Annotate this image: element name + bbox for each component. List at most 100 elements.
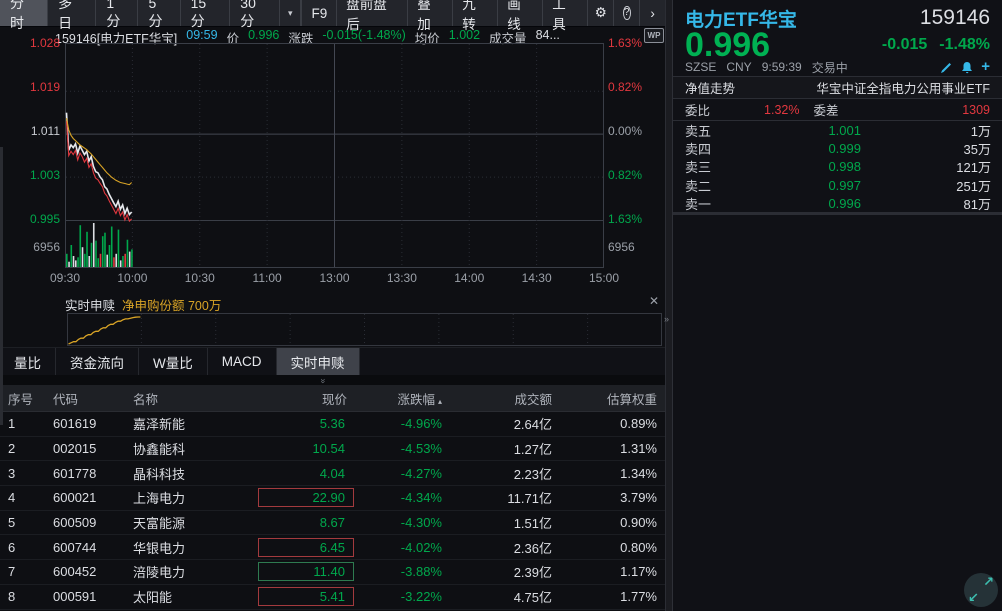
- splitter-handle-icon[interactable]: »: [319, 378, 329, 381]
- more-icon[interactable]: ›: [639, 0, 665, 26]
- column-header-名称[interactable]: 名称: [125, 389, 250, 408]
- vertical-divider[interactable]: [665, 0, 672, 611]
- y-axis-price-label: 0.995: [0, 212, 60, 226]
- cell-code: 601778: [45, 466, 125, 481]
- cell-code: 600744: [45, 540, 125, 555]
- tab-资金流向[interactable]: 资金流向: [56, 348, 139, 375]
- price-flash-box: 8.67: [258, 513, 354, 532]
- toolbar-item-画线[interactable]: 画线: [497, 0, 542, 26]
- period-tab-分时[interactable]: 分时: [0, 0, 48, 26]
- column-header-涨跌幅[interactable]: 涨跌幅▴: [355, 389, 450, 408]
- price-flash-box: 4.04: [258, 464, 354, 483]
- cell-turnover: 2.64亿: [450, 414, 560, 433]
- redemption-chart[interactable]: [67, 313, 662, 346]
- subpanel-subtitle: 净申购份额 700万: [122, 295, 221, 314]
- toolbar-item-F9[interactable]: F9: [301, 0, 336, 26]
- toolbar-item-工具[interactable]: 工具: [542, 0, 587, 26]
- help-icon[interactable]: ?: [613, 0, 639, 26]
- expand-icon[interactable]: ↗ ↙: [964, 573, 998, 607]
- close-icon[interactable]: ✕: [646, 293, 662, 309]
- order-volume: 81万: [861, 194, 991, 213]
- cell-price: 22.90: [250, 488, 355, 507]
- tab-MACD[interactable]: MACD: [208, 348, 277, 375]
- cell-code: 600452: [45, 564, 125, 579]
- last-price: 0.996: [685, 30, 770, 60]
- order-level-label: 卖五: [685, 121, 735, 140]
- gear-icon[interactable]: ⚙: [587, 0, 613, 26]
- chart-header-item: 0.996: [248, 28, 279, 43]
- order-book-row[interactable]: 卖三0.998121万: [673, 157, 1002, 175]
- order-volume: 251万: [861, 176, 991, 195]
- table-row[interactable]: 8000591太阳能5.41-3.22%4.75亿1.77%: [0, 585, 665, 610]
- tab-实时申赎[interactable]: 实时申赎: [277, 348, 360, 375]
- add-icon[interactable]: +: [981, 61, 990, 73]
- panel-collapse-icon[interactable]: »: [664, 314, 669, 324]
- cell-weight: 0.80%: [560, 540, 665, 555]
- cell-index: 4: [0, 490, 45, 505]
- period-tab-30分[interactable]: 30分: [230, 0, 280, 26]
- chart-header-item: 涨跌: [288, 28, 313, 43]
- table-row[interactable]: 1601619嘉泽新能5.36-4.96%2.64亿0.89%: [0, 412, 665, 437]
- tab-W量比[interactable]: W量比: [139, 348, 208, 375]
- cell-name: 天富能源: [125, 513, 250, 532]
- y-axis-pct-label: 1.63%: [608, 212, 668, 226]
- period-tab-1分[interactable]: 1分: [96, 0, 138, 26]
- cell-change-pct: -3.22%: [355, 589, 450, 604]
- currency-label: CNY: [726, 60, 751, 74]
- period-dropdown[interactable]: ▾: [280, 0, 302, 26]
- order-book: 卖五1.0011万卖四0.99935万卖三0.998121万卖二0.997251…: [673, 121, 1002, 213]
- indicator-tabbar: 量比资金流向W量比MACD实时申赎: [0, 347, 665, 375]
- cell-change-pct: -4.53%: [355, 441, 450, 456]
- toolbar-item-盘前盘后[interactable]: 盘前盘后: [336, 0, 407, 26]
- cell-index: 2: [0, 441, 45, 456]
- tab-量比[interactable]: 量比: [0, 348, 56, 375]
- cell-name: 涪陵电力: [125, 562, 250, 581]
- left-panel-notch[interactable]: [0, 147, 3, 425]
- period-tab-多日[interactable]: 多日: [48, 0, 96, 26]
- cell-index: 5: [0, 515, 45, 530]
- column-header-label: 名称: [133, 393, 158, 407]
- order-book-row[interactable]: 卖五1.0011万: [673, 121, 1002, 139]
- table-row[interactable]: 5600509天富能源8.67-4.30%1.51亿0.90%: [0, 511, 665, 536]
- column-header-序号[interactable]: 序号: [0, 389, 45, 408]
- table-row[interactable]: 6600744华银电力6.45-4.02%2.36亿0.80%: [0, 535, 665, 560]
- table-row[interactable]: 7600452涪陵电力11.40-3.88%2.39亿1.17%: [0, 560, 665, 585]
- chevron-down-icon: ▾: [288, 8, 293, 19]
- chart-header-item: 成交量: [489, 28, 527, 43]
- order-book-row[interactable]: 卖二0.997251万: [673, 176, 1002, 194]
- volume-axis-label: 6956: [608, 240, 668, 254]
- cell-turnover: 2.36亿: [450, 538, 560, 557]
- order-book-row[interactable]: 卖一0.99681万: [673, 194, 1002, 212]
- x-axis-time-label: 10:00: [117, 271, 147, 285]
- period-tab-5分[interactable]: 5分: [138, 0, 180, 26]
- column-header-label: 代码: [53, 393, 78, 407]
- toolbar-item-九转[interactable]: 九转: [452, 0, 497, 26]
- y-axis-price-label: 1.011: [0, 124, 60, 138]
- toolbar-item-叠加[interactable]: 叠加: [407, 0, 452, 26]
- price-change: -0.015: [882, 36, 927, 54]
- table-row[interactable]: 4600021上海电力22.90-4.34%11.71亿3.79%: [0, 486, 665, 511]
- panel-splitter[interactable]: »: [0, 375, 665, 385]
- table-row[interactable]: 2002015协鑫能科10.54-4.53%1.27亿1.31%: [0, 437, 665, 462]
- order-volume: 121万: [861, 157, 991, 176]
- column-header-现价[interactable]: 现价: [250, 389, 355, 408]
- cell-code: 600021: [45, 490, 125, 505]
- order-price: 0.998: [735, 159, 861, 174]
- column-header-代码[interactable]: 代码: [45, 389, 125, 408]
- volume-axis-label: 6956: [0, 240, 60, 254]
- cell-weight: 0.90%: [560, 515, 665, 530]
- x-axis-time-label: 13:30: [387, 271, 417, 285]
- pencil-icon[interactable]: [940, 61, 953, 74]
- table-row[interactable]: 3601778晶科科技4.04-4.27%2.23亿1.34%: [0, 461, 665, 486]
- cell-price: 6.45: [250, 538, 355, 557]
- nav-trend-label[interactable]: 净值走势: [685, 78, 735, 97]
- column-header-估算权重[interactable]: 估算权重: [560, 389, 665, 408]
- period-tab-15分[interactable]: 15分: [181, 0, 231, 26]
- exchange-label: SZSE: [685, 60, 716, 74]
- order-book-row[interactable]: 卖四0.99935万: [673, 139, 1002, 157]
- bell-icon[interactable]: [961, 61, 973, 74]
- intraday-chart[interactable]: [65, 43, 604, 268]
- cell-code: 002015: [45, 441, 125, 456]
- column-header-成交额[interactable]: 成交额: [450, 389, 560, 408]
- price-flash-box: 6.45: [258, 538, 354, 557]
